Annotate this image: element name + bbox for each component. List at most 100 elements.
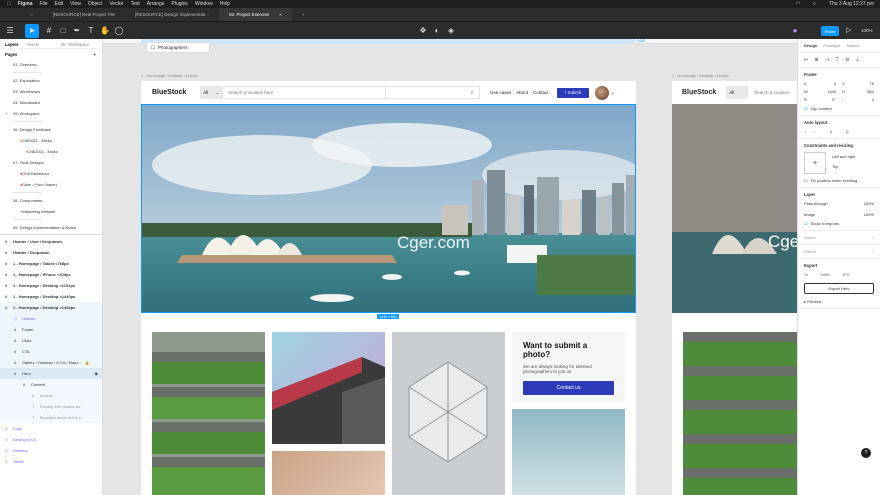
layer-row[interactable]: ◇ Header [0, 313, 102, 324]
effects-section[interactable]: Effects + [798, 245, 880, 259]
page-item[interactable]: ● Grid Behaviour [0, 168, 102, 179]
page-item[interactable]: + Marketing Website [0, 206, 102, 217]
file-tab-2[interactable]: [RESOURCE] Design Implementati... [125, 8, 219, 21]
lock-icon[interactable]: 🔒 [85, 360, 90, 365]
page-item[interactable]: ● Date - (Your Name) [0, 179, 102, 190]
layer-row[interactable]: #1 - Homepage / Tablet <768px [0, 258, 102, 269]
add-icon[interactable]: + [872, 249, 874, 254]
menu-file[interactable]: File [39, 1, 47, 7]
add-page-icon[interactable]: + [94, 52, 96, 57]
hero-image[interactable]: Cger.com [141, 104, 636, 313]
eye-icon[interactable]: ◉ [95, 371, 99, 376]
text-tool-icon[interactable]: T [84, 24, 98, 38]
location-search-input[interactable]: Search a location [754, 90, 789, 95]
hand-tool-icon[interactable]: ✋ [98, 24, 112, 38]
menu-edit[interactable]: Edit [55, 1, 64, 7]
rotation-field[interactable]: ↻ 0° [804, 97, 836, 102]
mask-icon[interactable]: ◐ [430, 24, 444, 38]
tab-inspect[interactable]: Inspect [846, 43, 859, 48]
menu-vector[interactable]: Vector [109, 1, 123, 7]
fix-position-checkbox[interactable]: ☐ Fix position when scrolling [804, 178, 874, 183]
padding-value[interactable]: 0 [846, 129, 848, 134]
align-bottom-icon[interactable]: ⊥ [855, 57, 859, 63]
layer-row[interactable]: # Content [0, 379, 102, 390]
frame-name-label-right[interactable]: 1 - Homepage / Desktop >1440px [672, 74, 729, 78]
close-icon[interactable]: × [279, 12, 282, 17]
tab-design[interactable]: Design [804, 43, 817, 48]
page-item[interactable]: ● 2/8/2021 - Mizko [0, 135, 102, 146]
align-top-icon[interactable]: ⊤ [835, 57, 839, 63]
component-icon[interactable]: ❖ [416, 24, 430, 38]
submit-button[interactable]: + Submit [556, 87, 589, 98]
page-item[interactable]: 06. Design Feedback [0, 124, 102, 135]
boolean-icon[interactable]: ◈ [444, 24, 458, 38]
menu-app[interactable]: Figma [18, 1, 33, 7]
page-item[interactable]: 03. Wireframes [0, 86, 102, 97]
nav-link-use-cases[interactable]: Use cases [490, 90, 511, 95]
gallery-image-architecture[interactable] [272, 332, 385, 444]
menu-text[interactable]: Text [131, 1, 140, 7]
menu-view[interactable]: View [70, 1, 81, 7]
play-icon[interactable]: ▷ [846, 26, 851, 34]
layer-row[interactable]: # Header / User / Dropdown [0, 236, 102, 247]
layer-row[interactable]: # Actions [0, 390, 102, 401]
category-select[interactable]: All [726, 86, 749, 99]
gallery-image-gradient[interactable] [272, 451, 385, 495]
export-suffix[interactable]: Suffix [820, 272, 830, 277]
export-hero-button[interactable]: Export Hero [804, 283, 874, 294]
gallery-image-sky[interactable] [512, 409, 625, 495]
nav-link-contact[interactable]: Contact [533, 90, 549, 95]
tab-assets[interactable]: Assets [27, 42, 40, 47]
layer-row[interactable]: #1 - Homepage / Desktop >1152px [0, 280, 102, 291]
new-tab-button[interactable]: + [292, 8, 315, 21]
move-tool-icon[interactable]: ➤ [25, 23, 39, 38]
apple-icon[interactable]:  [7, 1, 11, 7]
menu-plugins[interactable]: Plugins [172, 1, 188, 7]
site-header-right[interactable]: BlueStock All Search a location [672, 81, 797, 104]
layer-row[interactable]: T Beautiful aerial drone p... [0, 412, 102, 423]
radius-field[interactable]: ◜ 0 [842, 97, 874, 102]
clip-content-checkbox[interactable]: ☑ Clip content [804, 106, 874, 111]
share-button[interactable]: Share [821, 26, 839, 36]
add-icon[interactable]: + [872, 235, 874, 240]
page-item[interactable]: 04. Moodboard [0, 97, 102, 108]
menubar-clock[interactable]: Thu 3 Aug 12:27 pm [829, 1, 874, 7]
layer-row[interactable]: #1 - Homepage / iPhone <320px [0, 269, 102, 280]
align-right-icon[interactable]: ⊣ [825, 57, 829, 63]
blend-mode-select[interactable]: Pass through 100% [804, 201, 874, 206]
page-item[interactable]: 09. Design Implementation & Notes [0, 222, 102, 233]
file-tab-3[interactable]: 03. Project Exercise × [219, 8, 292, 21]
wifi-icon[interactable]: ◠ [796, 1, 800, 7]
site-logo[interactable]: BlueStock [152, 89, 186, 96]
layer-row[interactable]: ◇ Tablet [0, 456, 102, 467]
layer-row[interactable]: # Header / Dropdown [0, 247, 102, 258]
constraint-widget[interactable]: + [804, 152, 826, 174]
location-search-input[interactable]: Search a location here ⌕ [222, 86, 481, 99]
category-select[interactable]: All ⌄ [200, 86, 223, 99]
help-icon[interactable]: ? [861, 448, 871, 458]
file-tab-1[interactable]: [RESOURCE] Real Project File [43, 8, 125, 21]
spacing-value[interactable]: 0 [830, 129, 832, 134]
site-logo[interactable]: BlueStock [682, 89, 716, 96]
menu-arrange[interactable]: Arrange [147, 1, 165, 7]
gallery-image-garden-building-right[interactable] [683, 332, 797, 495]
vertical-constraint[interactable]: Top [832, 164, 855, 169]
hero-image-right[interactable]: Cger.com [672, 104, 797, 313]
h-field[interactable]: H 800 [842, 89, 874, 94]
export-scale[interactable]: 1x [804, 272, 808, 277]
frame-name-label[interactable]: 1 - Homepage / Desktop >1440px [141, 74, 198, 78]
gallery-image-garden-building[interactable] [152, 332, 265, 495]
avatar-icon[interactable]: ● [788, 24, 802, 38]
frame-tool-icon[interactable]: # [42, 24, 56, 38]
horizontal-constraint[interactable]: Left and right [832, 154, 855, 159]
w-field[interactable]: W 1440 [804, 89, 836, 94]
y-field[interactable]: Y 76 [842, 81, 874, 86]
x-field[interactable]: X0 [804, 81, 836, 86]
main-menu-icon[interactable]: ☰ [3, 24, 17, 38]
menu-help[interactable]: Help [220, 1, 230, 7]
preview-toggle[interactable]: ▸ Preview [804, 299, 874, 304]
site-header[interactable]: BlueStock All ⌄ Search a location here ⌕ … [141, 81, 636, 104]
layer-row[interactable]: # CTA [0, 346, 102, 357]
menu-window[interactable]: Window [195, 1, 213, 7]
search-icon[interactable]: ⌕ [813, 1, 816, 7]
